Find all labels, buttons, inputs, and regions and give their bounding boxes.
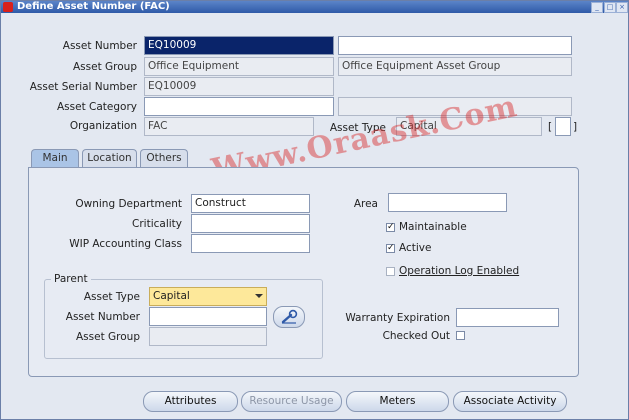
window-title: Define Asset Number (FAC) — [17, 1, 170, 12]
parent-asset-group-label: Asset Group — [75, 331, 140, 343]
parent-asset-type-label: Asset Type — [83, 291, 140, 303]
parent-asset-type-select[interactable]: Capital — [149, 287, 267, 306]
organization-label: Organization — [69, 120, 137, 132]
bracket-close: ] — [573, 121, 578, 133]
organization-field: FAC — [144, 117, 314, 136]
tab-location[interactable]: Location — [82, 149, 137, 167]
wip-accounting-class-field[interactable] — [191, 234, 310, 253]
checked-out-checkbox[interactable] — [456, 331, 465, 340]
operation-log-label: Operation Log Enabled — [399, 265, 520, 277]
warranty-expiration-field[interactable] — [456, 308, 559, 327]
parent-group-label: Parent — [51, 273, 91, 285]
area-label: Area — [353, 198, 378, 210]
operation-log-checkbox[interactable] — [386, 267, 395, 276]
asset-serial-label: Asset Serial Number — [29, 81, 137, 93]
title-bar: Define Asset Number (FAC) _ □ × — [1, 1, 628, 13]
asset-description-field[interactable] — [338, 36, 572, 55]
close-icon[interactable]: × — [616, 2, 628, 13]
criticality-label: Criticality — [132, 218, 182, 230]
parent-asset-number-label: Asset Number — [65, 311, 140, 323]
maintainable-label: Maintainable — [399, 221, 467, 233]
wip-accounting-class-label: WIP Accounting Class — [69, 238, 182, 250]
meters-button[interactable]: Meters — [346, 391, 449, 412]
asset-number-value: EQ10009 — [148, 39, 197, 51]
tab-main[interactable]: Main — [31, 149, 79, 167]
asset-category-label: Asset Category — [56, 101, 137, 113]
asset-number-window: Define Asset Number (FAC) _ □ × Asset Nu… — [0, 0, 629, 420]
oracle-app-icon — [3, 2, 13, 12]
active-label: Active — [399, 242, 432, 254]
bracket-open: [ — [548, 121, 553, 133]
attributes-button[interactable]: Attributes — [143, 391, 238, 412]
asset-category-field[interactable] — [144, 97, 334, 116]
asset-serial-field[interactable]: EQ10009 — [144, 77, 334, 96]
active-checkbox[interactable]: ✓ — [386, 244, 395, 253]
maximize-icon[interactable]: □ — [604, 2, 616, 13]
asset-group-description: Office Equipment Asset Group — [338, 57, 572, 76]
associate-activity-button[interactable]: Associate Activity — [453, 391, 567, 412]
minimize-icon[interactable]: _ — [591, 2, 603, 13]
warranty-expiration-label: Warranty Expiration — [345, 312, 450, 324]
asset-group-label: Asset Group — [72, 61, 137, 73]
owning-department-label: Owning Department — [75, 198, 182, 210]
checked-out-label: Checked Out — [382, 330, 450, 342]
asset-group-field[interactable]: Office Equipment — [144, 57, 334, 76]
parent-hierarchy-button[interactable] — [273, 306, 305, 328]
parent-asset-number-field[interactable] — [149, 307, 267, 326]
parent-asset-group-field — [149, 327, 267, 346]
owning-department-field[interactable]: Construct — [191, 194, 310, 213]
tab-others[interactable]: Others — [140, 149, 188, 167]
resource-usage-button[interactable]: Resource Usage — [241, 391, 342, 412]
parent-asset-type-value: Capital — [153, 290, 190, 302]
asset-number-field[interactable]: EQ10009 — [144, 36, 334, 55]
area-field[interactable] — [388, 193, 507, 212]
wrench-icon — [281, 309, 298, 324]
descriptive-flexfield[interactable] — [555, 117, 571, 136]
criticality-field[interactable] — [191, 214, 310, 233]
maintainable-checkbox[interactable]: ✓ — [386, 223, 395, 232]
chevron-down-icon — [255, 294, 263, 298]
asset-number-label: Asset Number — [62, 40, 137, 52]
